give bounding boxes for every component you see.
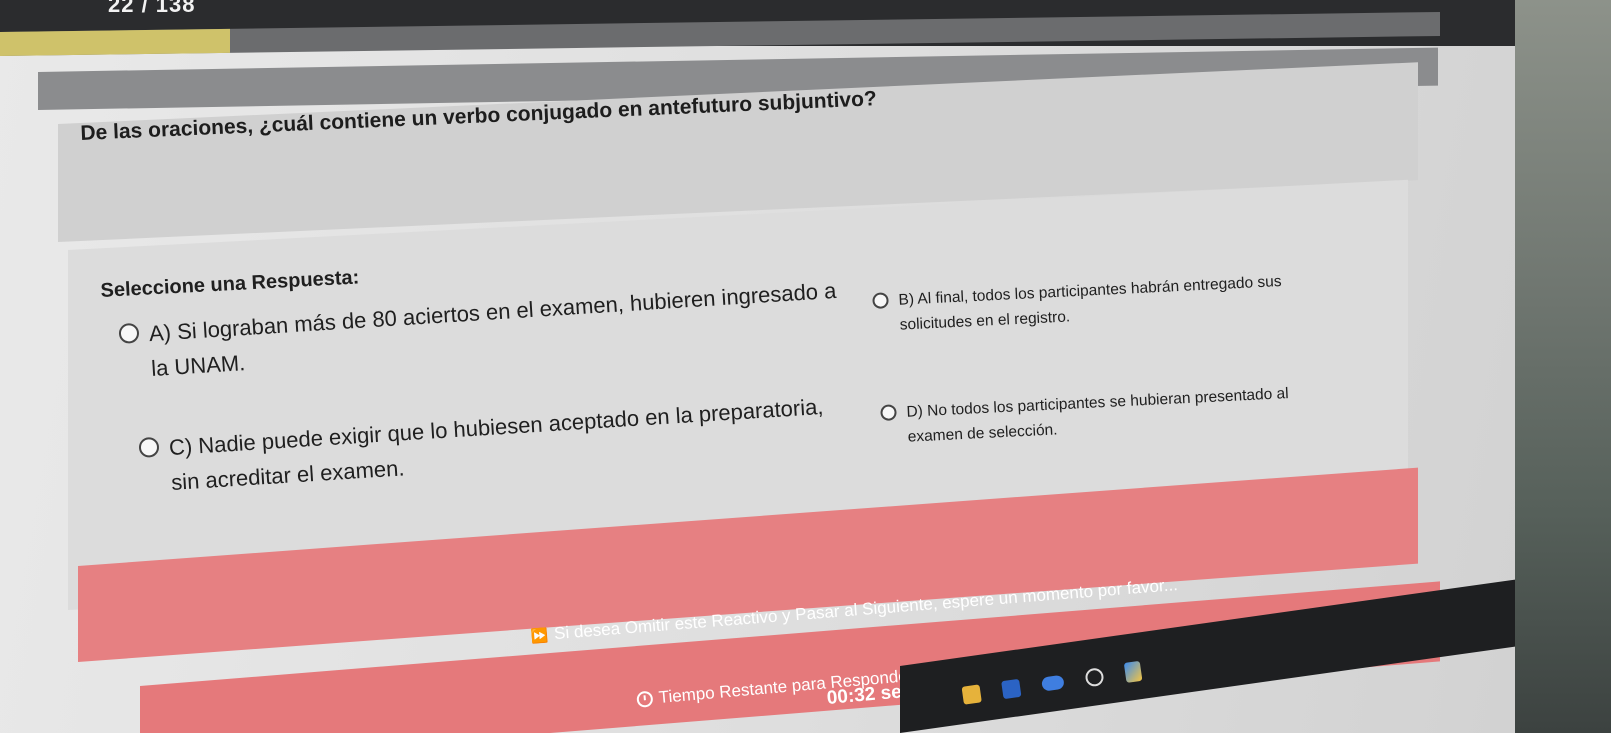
background-wall — [1515, 0, 1611, 733]
question-counter: 22 / 138 — [108, 0, 196, 17]
quiz-screen: 22 / 138 De las oraciones, ¿cuál contien… — [0, 0, 1515, 733]
radio-d[interactable] — [880, 404, 897, 421]
pen-icon[interactable] — [1123, 660, 1143, 683]
radio-b[interactable] — [872, 292, 889, 309]
radio-a[interactable] — [118, 322, 140, 344]
store-icon[interactable] — [1001, 678, 1022, 700]
progress-fill — [0, 28, 231, 57]
clock-icon — [636, 690, 654, 708]
cloud-icon[interactable] — [1041, 674, 1065, 692]
radio-c[interactable] — [138, 436, 160, 458]
folder-icon[interactable] — [961, 684, 982, 705]
fast-forward-icon: ⏩ — [530, 626, 549, 644]
search-icon[interactable] — [1084, 667, 1105, 688]
